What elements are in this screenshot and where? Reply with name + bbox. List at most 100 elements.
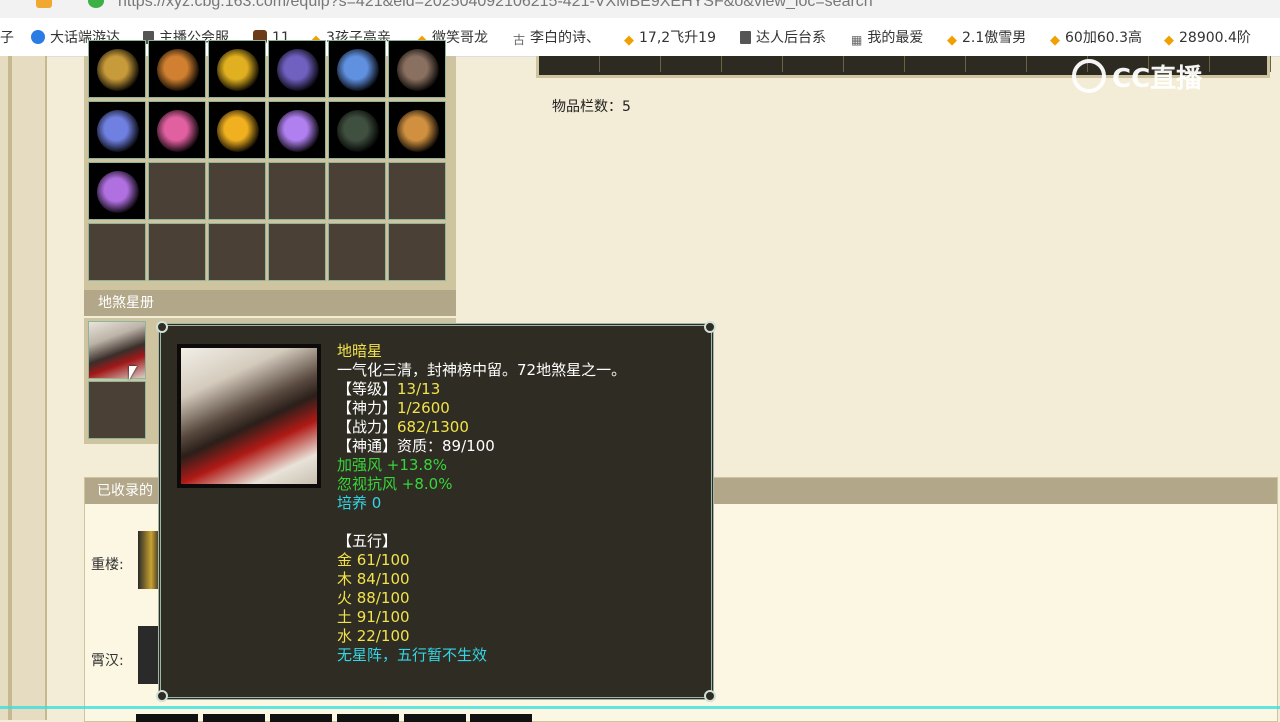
lute-icon [157, 49, 199, 91]
bottom-slot[interactable] [270, 714, 332, 722]
inventory-item[interactable] [88, 101, 146, 159]
tooltip-wuxing-wood: 木 84/100 [337, 570, 410, 588]
bookmark-item[interactable]: ◆ 2.1傲雪男 [947, 28, 1026, 48]
inventory-item[interactable] [268, 40, 326, 98]
pendant-icon [217, 49, 259, 91]
tooltip-bonus: 加强风 +13.8% [337, 456, 447, 474]
inventory-slot-empty[interactable] [88, 223, 146, 281]
bookmark-item[interactable]: 古李白的诗、 [513, 28, 600, 48]
address-bar[interactable]: https://xyz.cbg.163.com/equip?s=421&eid=… [0, 0, 1280, 18]
home-icon[interactable] [36, 0, 52, 8]
inventory-item[interactable] [88, 162, 146, 220]
equipment-slot[interactable] [539, 56, 600, 72]
apps-grid-icon: ▦ [851, 33, 863, 47]
armor-icon [277, 49, 319, 91]
star-icon: ◆ [1050, 33, 1060, 48]
mouse-cursor-icon [129, 366, 137, 380]
tooltip-note: 无星阵，五行暂不生效 [337, 646, 488, 664]
inventory-slot-empty[interactable] [328, 162, 386, 220]
bookmark-item[interactable]: ◆ 17,2飞升19 [624, 28, 716, 48]
tooltip-spacer [337, 513, 626, 532]
star-icon: ◆ [1164, 33, 1174, 48]
orb-icon [337, 110, 379, 152]
bottom-slot[interactable] [470, 714, 532, 722]
corner-ornament [156, 690, 168, 702]
equipment-slot[interactable] [783, 56, 844, 72]
inventory-slot-empty[interactable] [328, 223, 386, 281]
sword-icon [277, 110, 319, 152]
collected-item-thumb[interactable] [138, 626, 160, 684]
inventory-slot-empty[interactable] [268, 223, 326, 281]
stream-watermark: CC直播 [1072, 58, 1202, 95]
corner-ornament [704, 321, 716, 333]
bottom-slot[interactable] [404, 714, 466, 722]
bookmark-item[interactable]: ◆ 60加60.3高 [1050, 28, 1142, 48]
inventory-slot-empty[interactable] [208, 223, 266, 281]
collected-item-thumb[interactable] [138, 531, 160, 589]
inventory-panel [84, 40, 456, 288]
inventory-grid [88, 40, 450, 284]
gold-plume-icon [217, 110, 259, 152]
url-text[interactable]: https://xyz.cbg.163.com/equip?s=421&eid=… [118, 0, 873, 11]
bottom-slot[interactable] [203, 714, 265, 722]
bottom-slot[interactable] [136, 714, 198, 722]
inventory-item[interactable] [148, 101, 206, 159]
bookmark-item[interactable]: 达人后台系 [740, 28, 826, 48]
equipment-slot[interactable] [966, 56, 1027, 72]
tooltip-wuxing-earth: 土 91/100 [337, 608, 410, 626]
tooltip-name: 地暗星 [337, 342, 383, 360]
section-title: 地煞星册 [84, 290, 456, 316]
inventory-item[interactable] [388, 40, 446, 98]
gauntlet-icon [337, 49, 379, 91]
inventory-item[interactable] [208, 40, 266, 98]
collected-row-label: 霄汉: [91, 653, 124, 669]
gu-icon: 古 [513, 33, 526, 47]
inventory-item[interactable] [148, 40, 206, 98]
inventory-slot-empty[interactable] [388, 162, 446, 220]
secure-shield-icon [88, 0, 104, 8]
tooltip-wuxing-metal: 金 61/100 [337, 551, 410, 569]
inventory-item[interactable] [328, 101, 386, 159]
tooltip-portrait [177, 344, 321, 488]
tooltip-shenli: 【神力】1/2600 [337, 399, 450, 417]
tooltip-zhanli: 【战力】682/1300 [337, 418, 469, 436]
star-icon: ◆ [947, 33, 957, 48]
bookmark-item[interactable]: ▦ 我的最爱 [851, 28, 923, 48]
inventory-item[interactable] [208, 101, 266, 159]
equipment-slot[interactable] [661, 56, 722, 72]
equipment-slot[interactable] [600, 56, 661, 72]
inventory-slot-empty[interactable] [148, 223, 206, 281]
bottom-slot[interactable] [337, 714, 399, 722]
corner-ornament [156, 321, 168, 333]
scroll-icon [97, 110, 139, 152]
inventory-item[interactable] [268, 101, 326, 159]
tome-icon [397, 49, 439, 91]
tooltip-description: 一气化三清，封神榜中留。72地煞星之一。 [337, 361, 627, 379]
equipment-slot[interactable] [905, 56, 966, 72]
corner-ornament [704, 690, 716, 702]
bookmark-item[interactable]: 子 [0, 28, 14, 48]
whip-icon [97, 171, 139, 213]
ornament-icon [97, 49, 139, 91]
bookmark-item[interactable]: ◆ 28900.4阶 [1164, 28, 1251, 48]
star-card-empty[interactable] [88, 381, 146, 439]
tooltip-bonus: 忽视抗风 +8.0% [337, 475, 453, 493]
equipment-slot[interactable] [1210, 56, 1271, 72]
collected-row-label: 重楼: [91, 557, 124, 573]
equipment-slot[interactable] [844, 56, 905, 72]
star-icon: ◆ [624, 33, 634, 48]
scepter-icon [397, 110, 439, 152]
tooltip-details: 地暗星 一气化三清，封神榜中留。72地煞星之一。 【等级】13/13 【神力】1… [337, 342, 626, 665]
inventory-slot-empty[interactable] [208, 162, 266, 220]
inventory-item[interactable] [388, 101, 446, 159]
star-card-diansanxing[interactable] [88, 321, 146, 379]
inventory-slot-empty[interactable] [148, 162, 206, 220]
inventory-item[interactable] [328, 40, 386, 98]
tooltip-cultivate: 培养 0 [337, 494, 382, 512]
tooltip-wuxing-title: 【五行】 [337, 532, 398, 550]
inventory-item[interactable] [88, 40, 146, 98]
item-slot-count: 物品栏数：5 [552, 99, 631, 115]
inventory-slot-empty[interactable] [388, 223, 446, 281]
inventory-slot-empty[interactable] [268, 162, 326, 220]
equipment-slot[interactable] [722, 56, 783, 72]
